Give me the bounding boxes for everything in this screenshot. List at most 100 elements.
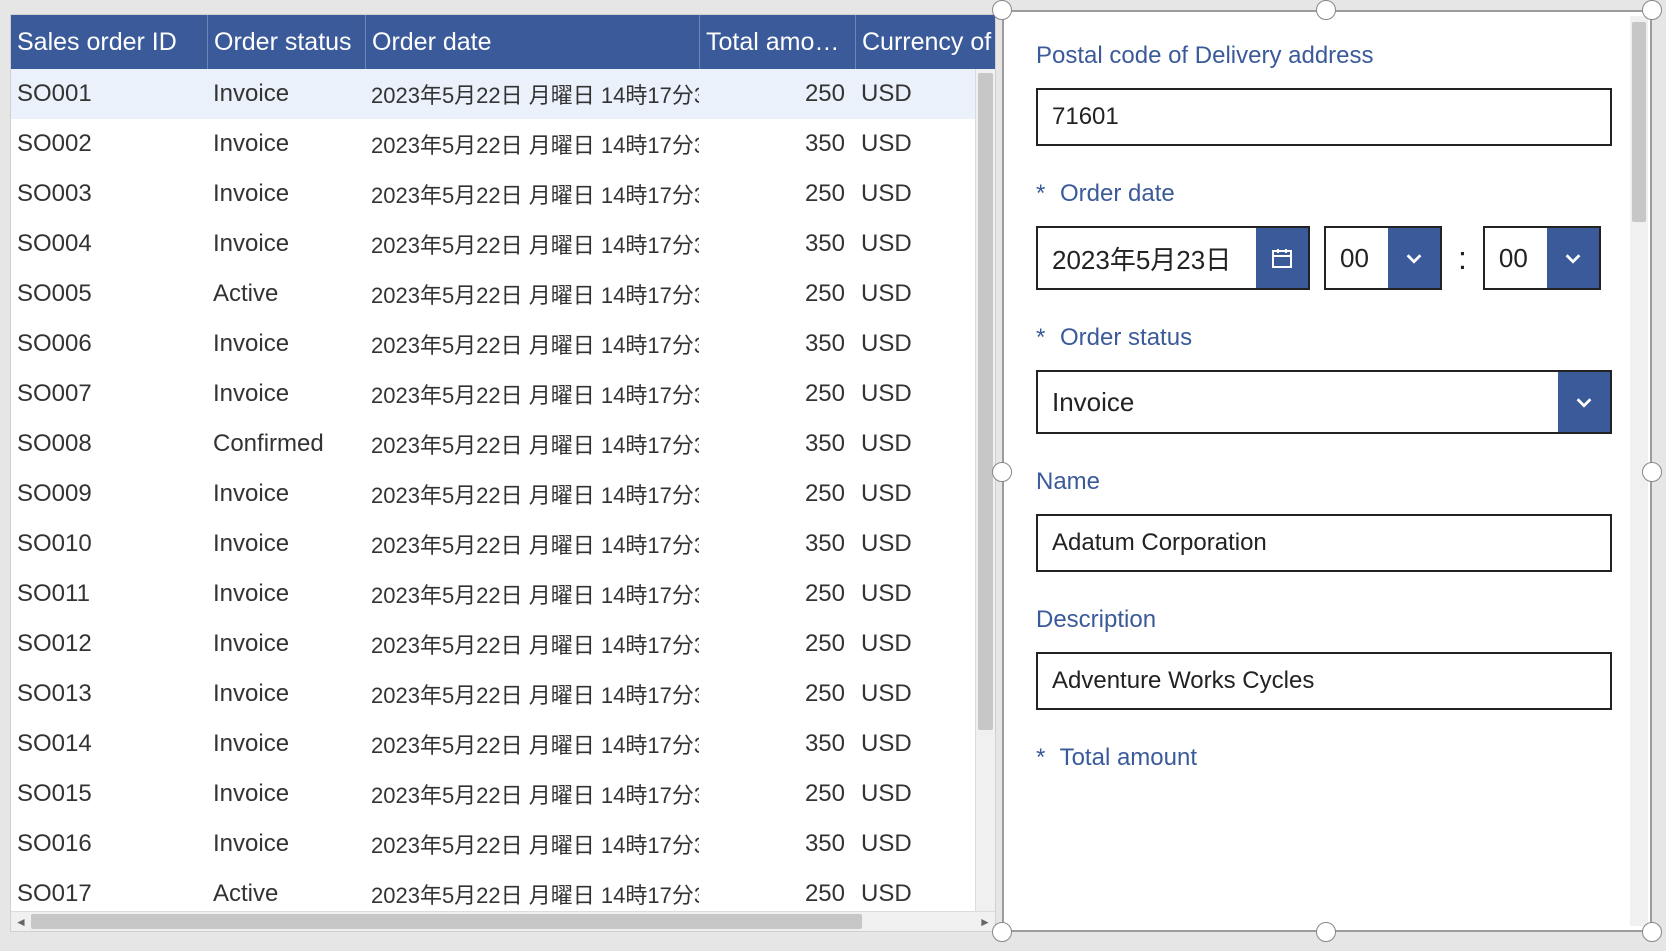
resize-handle-bottom-left[interactable]: [992, 922, 1012, 942]
column-header-date[interactable]: Order date: [365, 15, 699, 69]
required-marker: *: [1036, 180, 1045, 207]
cell-order-date: 2023年5月22日 月曜日 14時17分35秒: [365, 128, 699, 160]
resize-handle-top-left[interactable]: [992, 0, 1012, 20]
table-row[interactable]: SO006Invoice2023年5月22日 月曜日 14時17分35秒350U…: [11, 319, 975, 369]
cell-order-id: SO005: [11, 280, 207, 308]
cell-currency: USD: [855, 180, 975, 208]
table-row[interactable]: SO004Invoice2023年5月22日 月曜日 14時17分35秒350U…: [11, 219, 975, 269]
chevron-down-icon[interactable]: [1558, 372, 1610, 432]
table-row[interactable]: SO007Invoice2023年5月22日 月曜日 14時17分35秒250U…: [11, 369, 975, 419]
chevron-down-icon[interactable]: [1388, 228, 1440, 288]
cell-currency: USD: [855, 630, 975, 658]
cell-order-date: 2023年5月22日 月曜日 14時17分35秒: [365, 278, 699, 310]
order-minute-picker[interactable]: 00: [1483, 226, 1601, 290]
cell-order-date: 2023年5月22日 月曜日 14時17分35秒: [365, 478, 699, 510]
table-row[interactable]: SO011Invoice2023年5月22日 月曜日 14時17分35秒250U…: [11, 569, 975, 619]
name-input[interactable]: Adatum Corporation: [1036, 514, 1612, 572]
resize-handle-top-center[interactable]: [1316, 0, 1336, 20]
column-header-status[interactable]: Order status: [207, 15, 365, 69]
order-hour-value: 00: [1326, 228, 1388, 288]
cell-order-date: 2023年5月22日 月曜日 14時17分35秒: [365, 578, 699, 610]
resize-handle-bottom-center[interactable]: [1316, 922, 1336, 942]
cell-order-date: 2023年5月22日 月曜日 14時17分35秒: [365, 528, 699, 560]
resize-handle-top-right[interactable]: [1642, 0, 1662, 20]
table-horizontal-scroll-thumb[interactable]: [31, 914, 862, 929]
column-header-currency[interactable]: Currency of T: [855, 15, 995, 69]
cell-total-amount: 350: [699, 730, 855, 758]
cell-order-id: SO002: [11, 130, 207, 158]
cell-order-date: 2023年5月22日 月曜日 14時17分35秒: [365, 178, 699, 210]
table-row[interactable]: SO017Active2023年5月22日 月曜日 14時17分35秒250US…: [11, 869, 975, 911]
cell-currency: USD: [855, 880, 975, 908]
table-row[interactable]: SO002Invoice2023年5月22日 月曜日 14時17分35秒350U…: [11, 119, 975, 169]
table-row[interactable]: SO009Invoice2023年5月22日 月曜日 14時17分35秒250U…: [11, 469, 975, 519]
order-date-label-text: Order date: [1060, 180, 1175, 207]
cell-order-status: Invoice: [207, 480, 365, 508]
table-horizontal-scrollbar[interactable]: ◄ ►: [11, 911, 995, 931]
table-header-row: Sales order ID Order status Order date T…: [11, 15, 995, 69]
column-header-amount[interactable]: Total amo…: [699, 15, 855, 69]
cell-currency: USD: [855, 130, 975, 158]
cell-order-id: SO012: [11, 630, 207, 658]
order-status-select[interactable]: Invoice: [1036, 370, 1612, 434]
table-row[interactable]: SO012Invoice2023年5月22日 月曜日 14時17分35秒250U…: [11, 619, 975, 669]
order-hour-picker[interactable]: 00: [1324, 226, 1442, 290]
table-row[interactable]: SO003Invoice2023年5月22日 月曜日 14時17分35秒250U…: [11, 169, 975, 219]
scroll-left-arrow-icon[interactable]: ◄: [11, 912, 31, 932]
form-vertical-scroll-thumb[interactable]: [1632, 22, 1646, 222]
cell-currency: USD: [855, 830, 975, 858]
resize-handle-middle-right[interactable]: [1642, 462, 1662, 482]
cell-currency: USD: [855, 430, 975, 458]
table-vertical-scroll-thumb[interactable]: [978, 73, 993, 730]
column-header-id[interactable]: Sales order ID: [11, 15, 207, 69]
cell-currency: USD: [855, 530, 975, 558]
cell-total-amount: 350: [699, 130, 855, 158]
required-marker: *: [1036, 744, 1045, 771]
cell-total-amount: 250: [699, 380, 855, 408]
cell-total-amount: 350: [699, 530, 855, 558]
order-date-label: * Order date: [1036, 180, 1600, 208]
table-row[interactable]: SO001Invoice2023年5月22日 月曜日 14時17分35秒250U…: [11, 69, 975, 119]
sales-order-table: Sales order ID Order status Order date T…: [10, 14, 996, 932]
calendar-icon[interactable]: [1256, 228, 1308, 288]
table-row[interactable]: SO014Invoice2023年5月22日 月曜日 14時17分35秒350U…: [11, 719, 975, 769]
cell-currency: USD: [855, 330, 975, 358]
resize-handle-middle-left[interactable]: [992, 462, 1012, 482]
order-status-value: Invoice: [1038, 372, 1558, 432]
table-row[interactable]: SO005Active2023年5月22日 月曜日 14時17分35秒250US…: [11, 269, 975, 319]
cell-order-date: 2023年5月22日 月曜日 14時17分35秒: [365, 878, 699, 910]
cell-total-amount: 250: [699, 630, 855, 658]
cell-order-status: Invoice: [207, 530, 365, 558]
cell-order-date: 2023年5月22日 月曜日 14時17分35秒: [365, 78, 699, 110]
cell-order-status: Invoice: [207, 180, 365, 208]
table-row[interactable]: SO015Invoice2023年5月22日 月曜日 14時17分35秒250U…: [11, 769, 975, 819]
cell-order-id: SO004: [11, 230, 207, 258]
cell-order-id: SO006: [11, 330, 207, 358]
cell-order-id: SO008: [11, 430, 207, 458]
cell-total-amount: 250: [699, 580, 855, 608]
cell-currency: USD: [855, 580, 975, 608]
table-row[interactable]: SO010Invoice2023年5月22日 月曜日 14時17分35秒350U…: [11, 519, 975, 569]
cell-order-status: Invoice: [207, 80, 365, 108]
chevron-down-icon[interactable]: [1547, 228, 1599, 288]
description-input[interactable]: Adventure Works Cycles: [1036, 652, 1612, 710]
table-row[interactable]: SO008Confirmed2023年5月22日 月曜日 14時17分35秒35…: [11, 419, 975, 469]
table-body: SO001Invoice2023年5月22日 月曜日 14時17分35秒250U…: [11, 69, 975, 911]
postal-code-value: 71601: [1052, 103, 1119, 131]
cell-total-amount: 250: [699, 80, 855, 108]
cell-order-status: Invoice: [207, 630, 365, 658]
cell-order-status: Invoice: [207, 680, 365, 708]
table-row[interactable]: SO016Invoice2023年5月22日 月曜日 14時17分35秒350U…: [11, 819, 975, 869]
cell-currency: USD: [855, 480, 975, 508]
form-scroll-area: Postal code of Delivery address 71601 * …: [1004, 12, 1628, 930]
order-status-label: * Order status: [1036, 324, 1600, 352]
table-row[interactable]: SO013Invoice2023年5月22日 月曜日 14時17分35秒250U…: [11, 669, 975, 719]
table-vertical-scrollbar[interactable]: [975, 69, 995, 911]
cell-total-amount: 250: [699, 780, 855, 808]
cell-order-date: 2023年5月22日 月曜日 14時17分35秒: [365, 378, 699, 410]
postal-code-input[interactable]: 71601: [1036, 88, 1612, 146]
order-date-picker[interactable]: 2023年5月23日: [1036, 226, 1310, 290]
cell-currency: USD: [855, 80, 975, 108]
resize-handle-bottom-right[interactable]: [1642, 922, 1662, 942]
table-horizontal-scroll-track[interactable]: [31, 912, 975, 931]
